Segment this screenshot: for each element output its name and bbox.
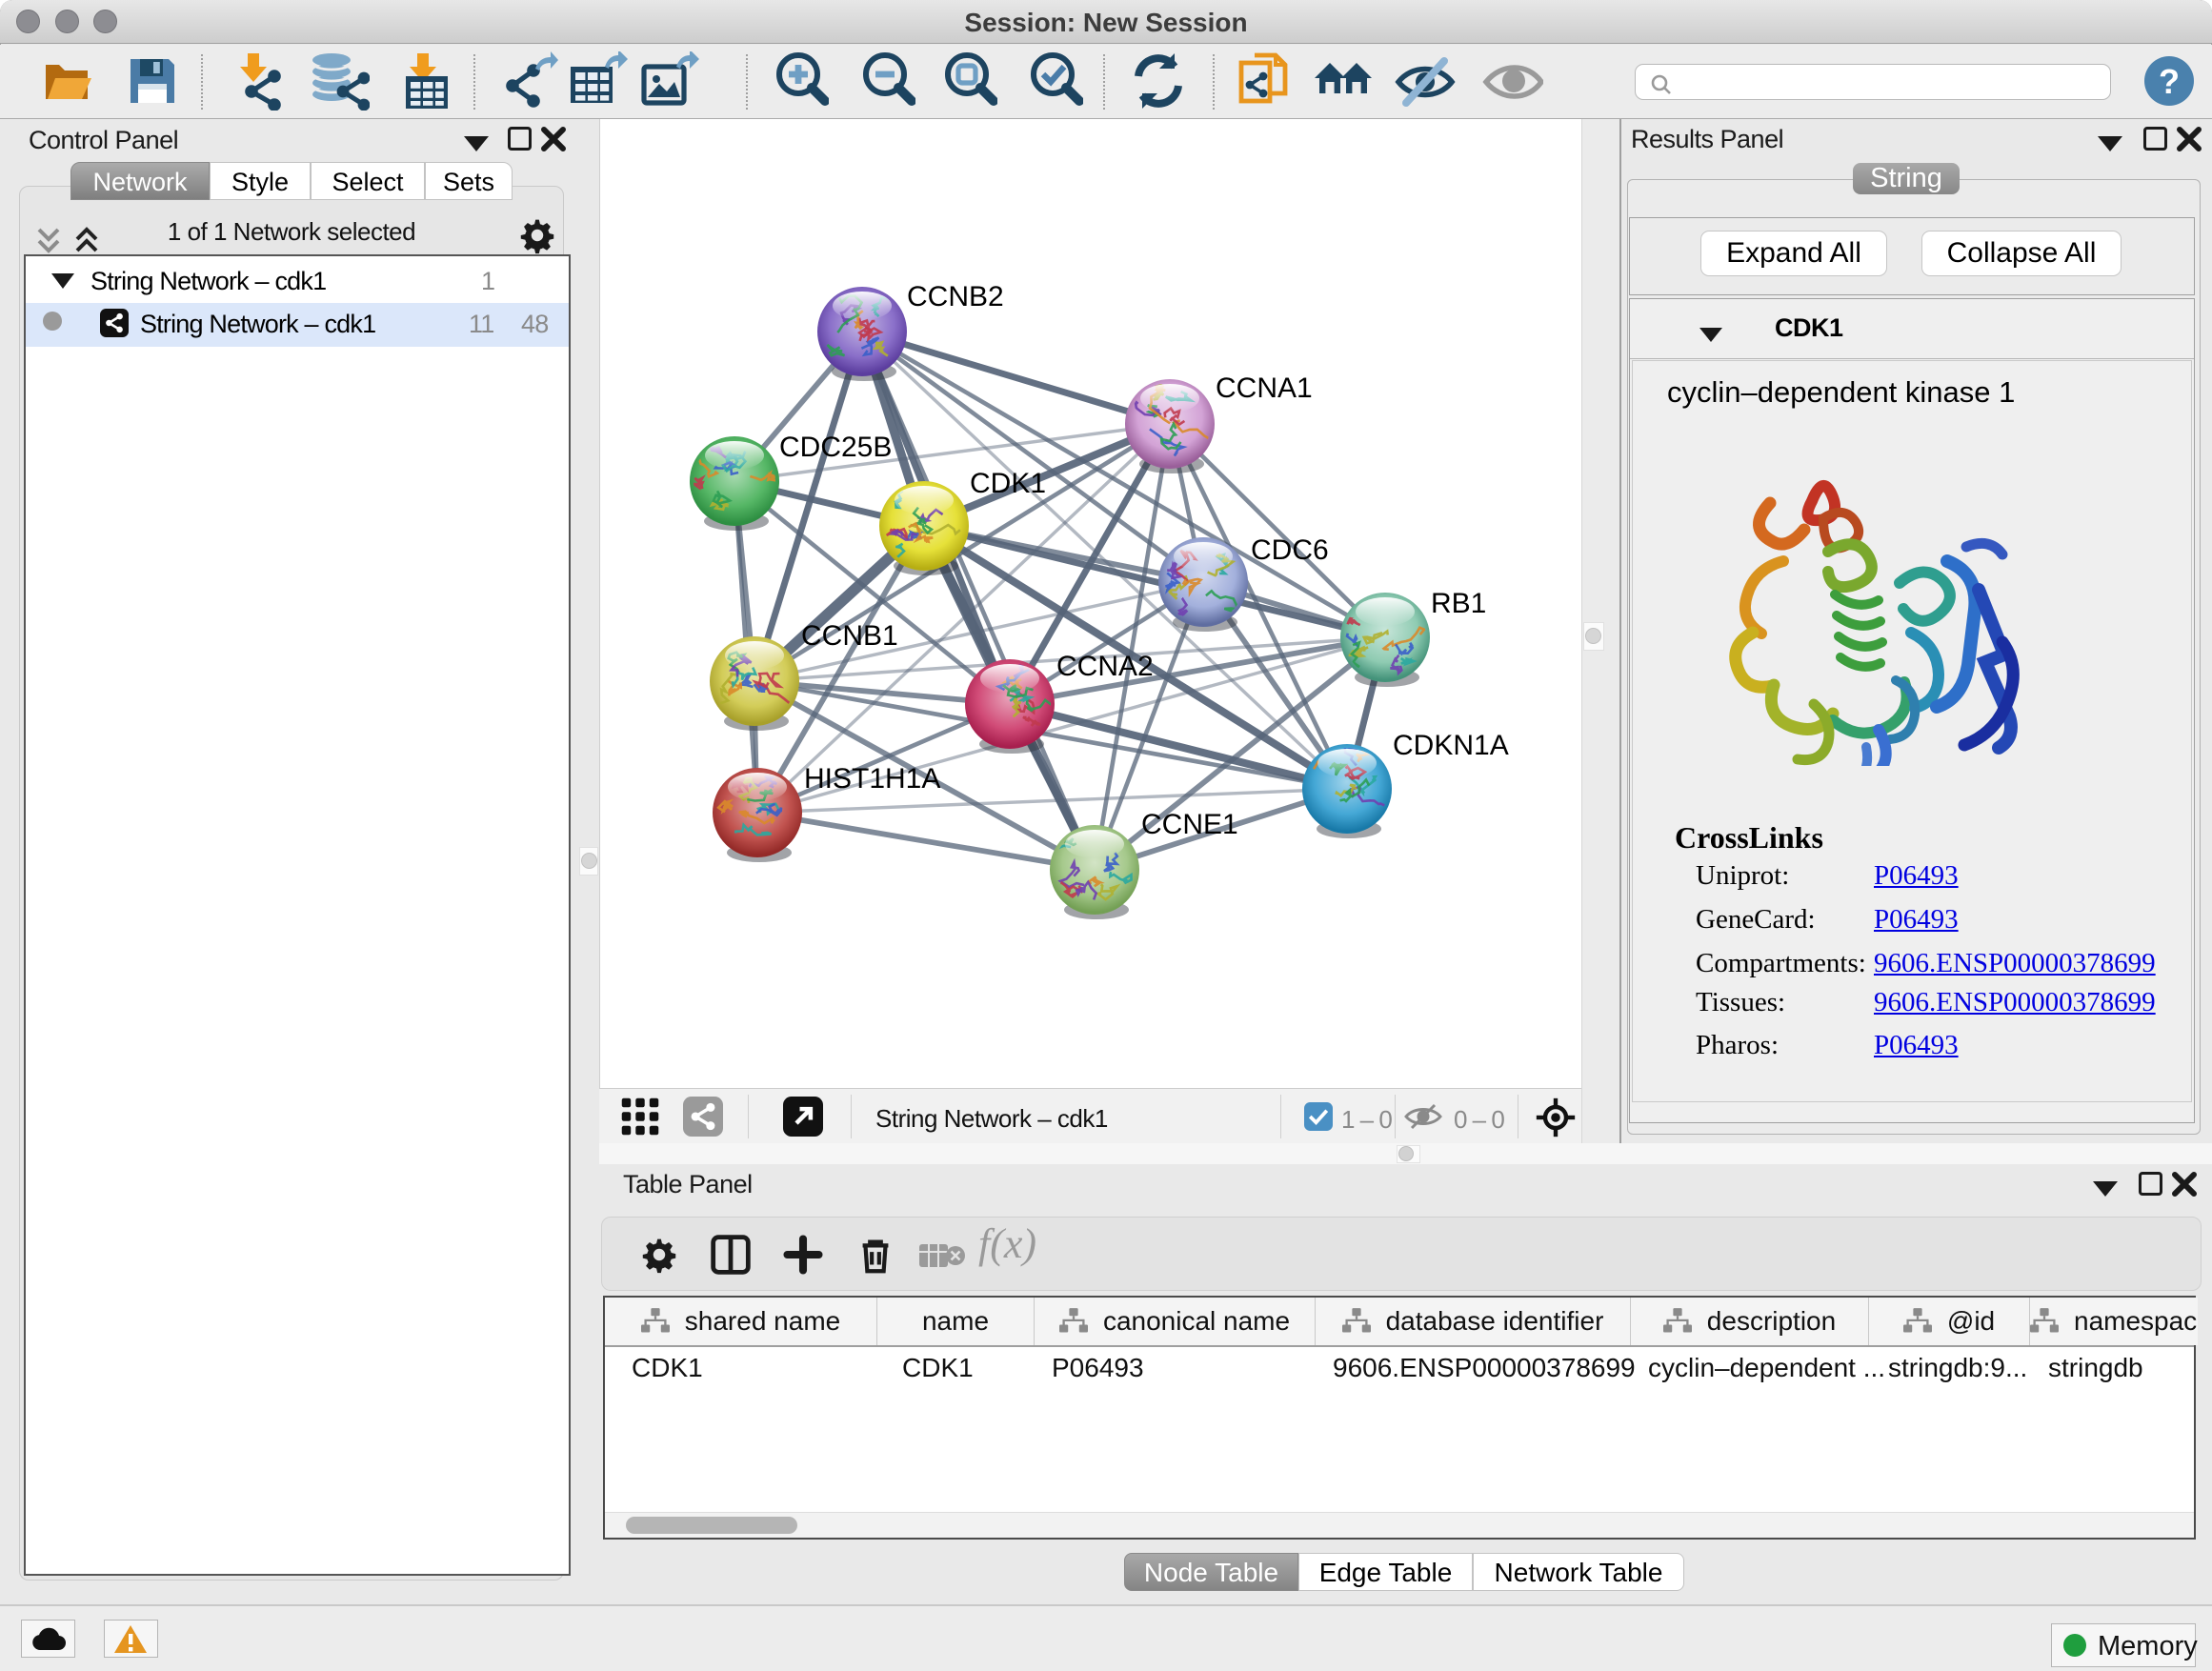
svg-text:CDKN1A: CDKN1A <box>1393 730 1509 761</box>
svg-text:CCNB2: CCNB2 <box>907 281 1004 312</box>
svg-text:CDC6: CDC6 <box>1251 534 1329 566</box>
svg-text:CCNE1: CCNE1 <box>1141 809 1238 840</box>
svg-text:CCNA1: CCNA1 <box>1216 372 1313 404</box>
svg-text:CCNB1: CCNB1 <box>801 620 898 652</box>
svg-text:HIST1H1A: HIST1H1A <box>804 763 940 795</box>
svg-text:?: ? <box>2159 62 2180 101</box>
svg-text:RB1: RB1 <box>1431 588 1486 619</box>
svg-text:CDC25B: CDC25B <box>779 432 892 463</box>
svg-text:CCNA2: CCNA2 <box>1056 651 1154 682</box>
svg-text:CDK1: CDK1 <box>970 468 1046 499</box>
